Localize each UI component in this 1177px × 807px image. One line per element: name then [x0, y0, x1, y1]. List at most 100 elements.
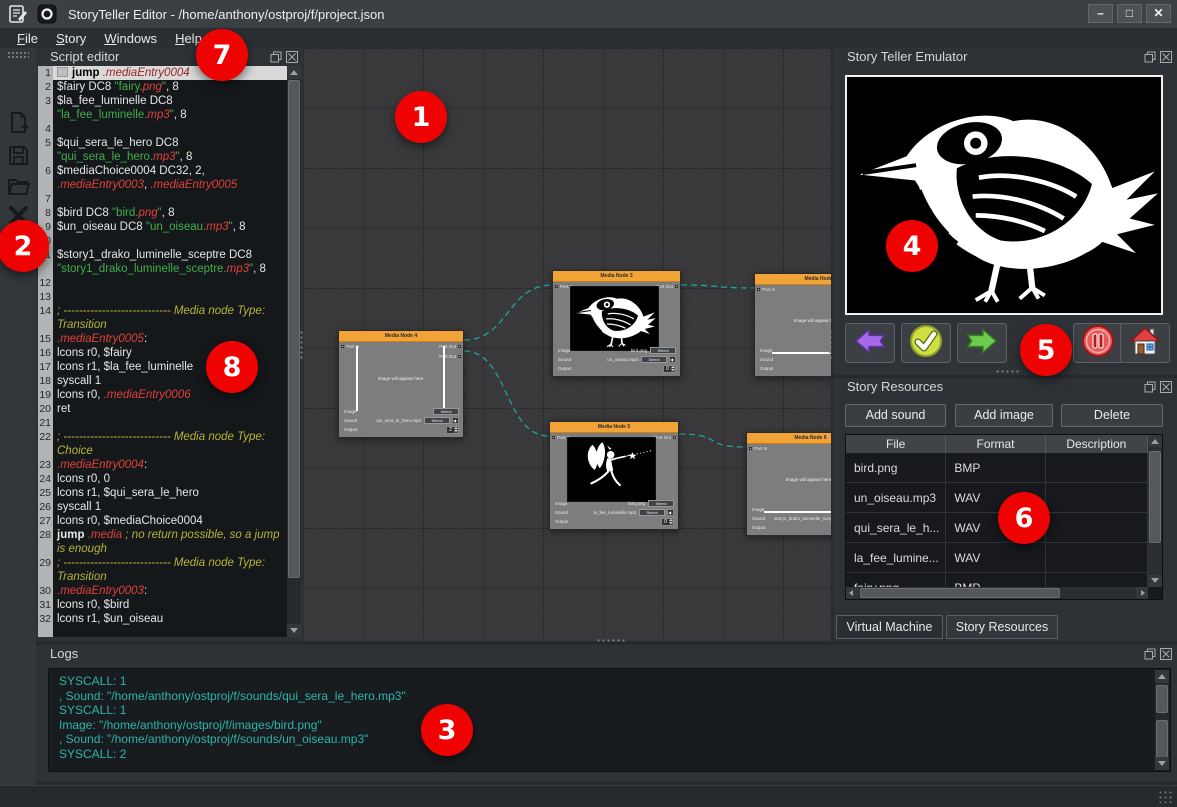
float-icon[interactable] [1144, 51, 1156, 63]
tab-story-resources[interactable]: Story Resources [946, 615, 1058, 639]
ok-button[interactable] [901, 323, 951, 363]
save-button[interactable] [6, 143, 31, 168]
logs-scrollbar-thumb[interactable] [1156, 685, 1168, 713]
code-line[interactable]: 4 [38, 122, 287, 136]
column-header-description[interactable]: Description [1046, 435, 1148, 453]
code-line[interactable]: 19lcons r0, .mediaEntry0006 [38, 388, 287, 402]
media-node[interactable]: Media Node 6Port InImage will appear her… [746, 432, 831, 536]
open-button[interactable] [6, 173, 31, 198]
code-line[interactable]: 28jump .media ; no return possible, so a… [38, 528, 287, 556]
node-title[interactable]: Media Node 4 [339, 331, 463, 342]
menu-story[interactable]: Story [47, 30, 95, 47]
back-button[interactable] [845, 323, 895, 363]
delete-button[interactable]: Delete [1061, 404, 1163, 427]
scroll-left-icon[interactable] [846, 587, 858, 599]
select-button[interactable]: Select [648, 500, 674, 507]
table-row[interactable]: qui_sera_le_h...WAV [846, 513, 1148, 543]
pause-button[interactable] [1073, 323, 1123, 363]
code-line[interactable]: 25lcons r1, $qui_sera_le_hero [38, 486, 287, 500]
splitter-handle[interactable] [828, 330, 834, 360]
scroll-up-icon[interactable] [1155, 670, 1169, 683]
editor-scrollbar-thumb[interactable] [288, 80, 300, 578]
code-line[interactable]: 24lcons r0, 0 [38, 472, 287, 486]
splitter-handle[interactable] [596, 638, 626, 644]
select-button[interactable]: Select [650, 347, 676, 354]
media-node[interactable]: Media Node 4Port InPort OutPort OutImage… [338, 330, 464, 438]
table-hscrollbar[interactable] [846, 587, 1148, 599]
table-row[interactable]: la_fee_lumine...WAV [846, 543, 1148, 573]
code-line[interactable]: 14; ---------------------------- Media n… [38, 304, 287, 332]
speaker-icon[interactable] [669, 356, 676, 363]
select-button[interactable]: Select [424, 417, 450, 424]
new-file-button[interactable] [6, 110, 31, 135]
table-row[interactable]: bird.pngBMP [846, 453, 1148, 483]
scroll-up-icon[interactable] [287, 66, 301, 79]
code-line[interactable]: 5$qui_sera_le_hero DC8 "qui_sera_le_hero… [38, 136, 287, 164]
select-button[interactable]: Select [639, 509, 665, 516]
scroll-down-icon[interactable] [287, 624, 301, 637]
toolbar-drag-handle[interactable] [7, 51, 29, 59]
logs-scrollbar[interactable] [1155, 670, 1169, 770]
code-line[interactable]: 15.mediaEntry0005: [38, 332, 287, 346]
home-button[interactable] [1120, 323, 1170, 363]
add-image-button[interactable]: Add image [955, 404, 1053, 427]
splitter-handle[interactable] [299, 330, 305, 360]
code-line[interactable]: 26syscall 1 [38, 500, 287, 514]
scroll-down-icon[interactable] [1148, 575, 1162, 587]
output-spinner[interactable]: 0 [661, 518, 674, 526]
code-line[interactable]: 8$bird DC8 "bird.png", 8 [38, 206, 287, 220]
close-icon[interactable] [1160, 648, 1172, 660]
code-line[interactable]: 22; ---------------------------- Media n… [38, 430, 287, 458]
float-icon[interactable] [1144, 381, 1156, 393]
code-line[interactable]: 7 [38, 192, 287, 206]
code-line[interactable]: 2$fairy DC8 "fairy.png", 8 [38, 80, 287, 94]
code-line[interactable]: 9$un_oiseau DC8 "un_oiseau.mp3", 8 [38, 220, 287, 234]
table-scrollbar-thumb[interactable] [1149, 451, 1161, 543]
port-out[interactable]: Port Out [654, 435, 676, 440]
close-icon[interactable] [1160, 51, 1172, 63]
code-line[interactable]: 21 [38, 416, 287, 430]
code-line[interactable]: 10 [38, 234, 287, 248]
close-icon[interactable] [1160, 381, 1172, 393]
code-line[interactable]: 30.mediaEntry0003: [38, 584, 287, 598]
column-header-format[interactable]: Format [946, 435, 1045, 453]
node-title[interactable]: Media Node [755, 274, 831, 285]
node-title[interactable]: Media Node 3 [553, 271, 680, 282]
code-line[interactable]: 13 [38, 290, 287, 304]
node-title[interactable]: Media Node 5 [550, 422, 678, 433]
code-line[interactable]: 3$la_fee_luminelle DC8 "la_fee_luminelle… [38, 94, 287, 122]
node-title[interactable]: Media Node 6 [747, 433, 831, 444]
column-header-file[interactable]: File [846, 435, 946, 453]
title-bar[interactable]: StoryTeller Editor - /home/anthony/ostpr… [0, 0, 1177, 28]
close-icon[interactable] [286, 51, 298, 63]
close-window-button[interactable]: ✕ [1146, 4, 1171, 23]
table-hscrollbar-thumb[interactable] [860, 588, 1060, 598]
table-body[interactable]: bird.pngBMPun_oiseau.mp3WAVqui_sera_le_h… [846, 453, 1148, 587]
resize-grip[interactable] [1158, 790, 1173, 803]
code-line[interactable]: 27lcons r0, $mediaChoice0004 [38, 514, 287, 528]
log-output[interactable]: SYSCALL: 1, Sound: "/home/anthony/ostpro… [48, 668, 1171, 772]
splitter-handle[interactable] [995, 369, 1021, 375]
tab-virtual-machine[interactable]: Virtual Machine [836, 615, 943, 639]
scroll-down-icon[interactable] [1155, 757, 1169, 770]
code-line[interactable]: 29; ---------------------------- Media n… [38, 556, 287, 584]
select-button[interactable]: Select [641, 356, 667, 363]
maximize-button[interactable]: □ [1117, 4, 1142, 23]
menu-windows[interactable]: Windows [95, 30, 166, 47]
speaker-icon[interactable] [667, 509, 674, 516]
float-icon[interactable] [270, 51, 282, 63]
code-line[interactable]: 11$story1_drako_luminelle_sceptre DC8 "s… [38, 248, 287, 276]
table-row[interactable]: un_oiseau.mp3WAV [846, 483, 1148, 513]
add-sound-button[interactable]: Add sound [845, 404, 946, 427]
scroll-up-icon[interactable] [1148, 435, 1162, 447]
output-spinner[interactable]: 2 [446, 426, 459, 434]
media-node[interactable]: Media Node 3Port InPort OutImagebird.png… [552, 270, 681, 377]
menu-file[interactable]: File [8, 30, 47, 47]
speaker-icon[interactable] [452, 417, 459, 424]
select-button[interactable]: Select [433, 408, 459, 415]
code-line[interactable]: 12 [38, 276, 287, 290]
code-line[interactable]: 23.mediaEntry0004: [38, 458, 287, 472]
forward-button[interactable] [957, 323, 1007, 363]
table-header[interactable]: FileFormatDescription [846, 435, 1148, 453]
code-line[interactable]: 31lcons r0, $bird [38, 598, 287, 612]
